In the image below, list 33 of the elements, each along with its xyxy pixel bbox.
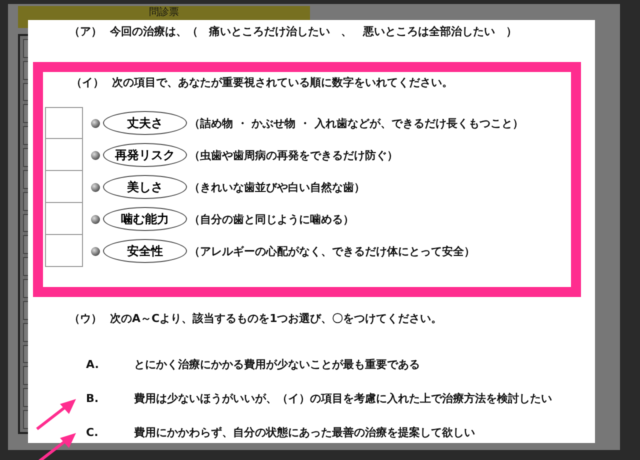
item-description: （詰め物 ・ かぶせ物 ・ 入れ歯などが、できるだけ長くもつこと） [189, 116, 524, 130]
question-text: 次のA～Cより、該当するものを1つお選び、〇をつけてください。 [110, 311, 442, 326]
item-label: 美しさ [103, 175, 187, 199]
sphere-bullet-icon [91, 246, 100, 256]
sphere-bullet-icon [91, 150, 100, 160]
option-text: 費用にかかわらず、自分の状態にあった最善の治療を提案して欲しい [134, 424, 475, 440]
page-title: 問診票 [149, 7, 179, 19]
rank-box[interactable] [45, 171, 83, 203]
item-description: （虫歯や歯周病の再発をできるだけ防ぐ） [189, 148, 398, 162]
question-label: （ア） [69, 24, 102, 39]
item-label: 噛む能力 [103, 207, 187, 231]
sphere-bullet-icon [91, 214, 100, 224]
item-description: （自分の歯と同じように噛める） [189, 212, 354, 226]
item-label: 丈夫さ [103, 111, 187, 135]
option-text: とにかく治療にかかる費用が少ないことが最も重要である [134, 356, 420, 372]
question-label: （ウ） [69, 311, 102, 326]
question-label: （イ） [71, 75, 104, 90]
option-letter: B. [86, 392, 100, 404]
rank-box[interactable] [45, 107, 83, 139]
rank-box[interactable] [45, 139, 83, 171]
option-text: 費用は少ないほうがいいが、（イ）の項目を考慮に入れた上で治療方法を検討したい [134, 390, 552, 406]
question-text: 今回の治療は、（ 痛いところだけ治したい 、 悪いところは全部治したい ） [110, 24, 517, 39]
item-description: （アレルギーの心配がなく、できるだけ体にとって安全） [189, 244, 475, 258]
option-letter: A. [86, 358, 100, 370]
option-letter: C. [86, 426, 100, 438]
item-description: （きれいな歯並びや白い自然な歯） [189, 180, 365, 194]
rank-box[interactable] [45, 203, 83, 235]
rank-box[interactable] [45, 235, 83, 267]
question-text: 次の項目で、あなたが重要視されている順に数字をいれてください。 [112, 75, 453, 90]
sphere-bullet-icon [91, 118, 100, 128]
item-label: 再発リスク [103, 143, 187, 167]
item-label: 安全性 [103, 239, 187, 263]
sphere-bullet-icon [91, 182, 100, 192]
